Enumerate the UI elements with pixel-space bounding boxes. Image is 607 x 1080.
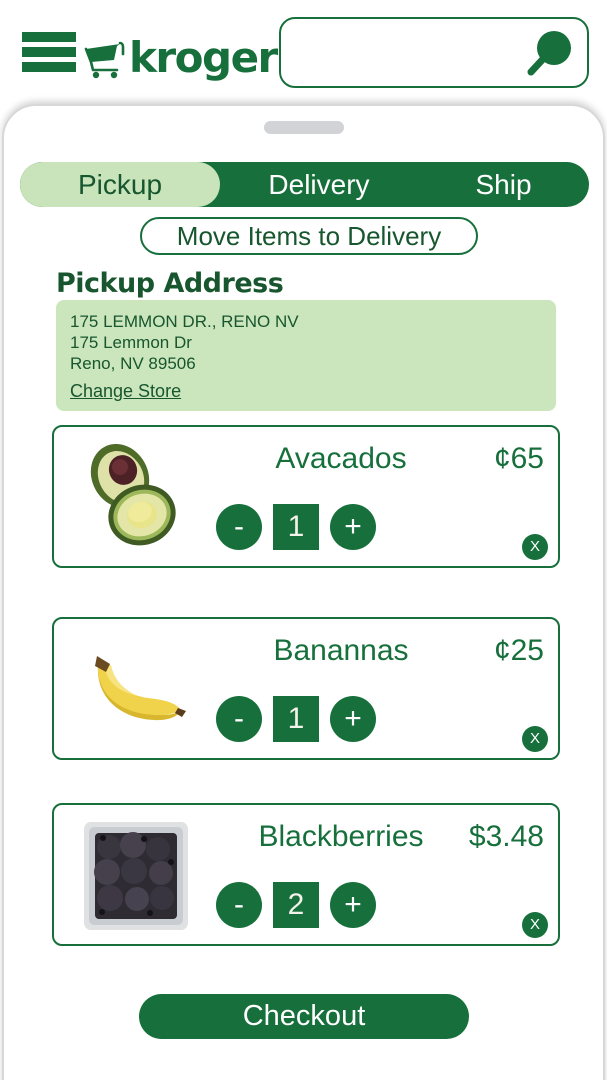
hamburger-bar [22,47,76,57]
cart-item-name: Avacados [275,442,407,475]
avocado-halves-photo [76,436,196,560]
quantity-stepper: - 1 + [216,504,376,550]
cart-item-price: $3.48 [468,820,544,853]
decrement-quantity-button[interactable]: - [216,696,262,742]
search-bar[interactable] [279,17,589,88]
cart-item-price: ¢65 [493,442,544,475]
app-header: kroger [0,0,607,103]
decrement-quantity-button[interactable]: - [216,882,262,928]
move-items-to-delivery-button[interactable]: Move Items to Delivery [140,217,478,255]
quantity-stepper: - 2 + [216,882,376,928]
phone-speaker-grille [263,121,344,134]
increment-quantity-button[interactable]: + [330,504,376,550]
blackberries-clamshell-photo [76,814,196,938]
phone-frame: Pickup Delivery Ship Move Items to Deliv… [2,104,605,1080]
kroger-cart-screen: kroger Pickup Delivery Ship Move Items t… [0,0,607,1080]
cart-item-card: Avacados ¢65 - 1 + X [52,425,560,568]
banana-photo [76,628,196,752]
change-store-link[interactable]: Change Store [70,381,181,402]
quantity-value[interactable]: 2 [273,882,319,928]
tab-pickup[interactable]: Pickup [20,162,220,207]
quantity-value[interactable]: 1 [273,696,319,742]
hamburger-menu-icon[interactable] [22,32,76,72]
hamburger-bar [22,32,76,42]
tab-delivery[interactable]: Delivery [220,162,418,207]
search-input[interactable] [295,19,525,86]
checkout-button[interactable]: Checkout [139,994,469,1039]
address-street: 175 Lemmon Dr [70,333,192,352]
fulfillment-tabs: Pickup Delivery Ship [20,162,589,207]
brand-wordmark: kroger [129,33,278,82]
quantity-value[interactable]: 1 [273,504,319,550]
pickup-address-title: Pickup Address [56,268,284,299]
address-city-state-zip: Reno, NV 89506 [70,354,196,373]
tab-ship[interactable]: Ship [418,162,589,207]
increment-quantity-button[interactable]: + [330,696,376,742]
cart-item-name: Blackberries [258,820,424,853]
cart-item-price: ¢25 [493,634,544,667]
increment-quantity-button[interactable]: + [330,882,376,928]
decrement-quantity-button[interactable]: - [216,504,262,550]
quantity-stepper: - 1 + [216,696,376,742]
shopping-cart-icon [84,40,128,80]
cart-item-card: Banannas ¢25 - 1 + X [52,617,560,760]
remove-item-icon[interactable]: X [522,912,548,938]
remove-item-icon[interactable]: X [522,534,548,560]
hamburger-bar [22,62,76,72]
cart-item-card: Blackberries $3.48 - 2 + X [52,803,560,946]
search-icon[interactable] [523,28,575,80]
address-store-name: 175 LEMMON DR., RENO NV [70,312,299,331]
kroger-logo[interactable]: kroger [84,26,278,82]
remove-item-icon[interactable]: X [522,726,548,752]
cart-item-name: Banannas [273,634,409,667]
pickup-address-box: 175 LEMMON DR., RENO NV 175 Lemmon Dr Re… [56,300,556,411]
